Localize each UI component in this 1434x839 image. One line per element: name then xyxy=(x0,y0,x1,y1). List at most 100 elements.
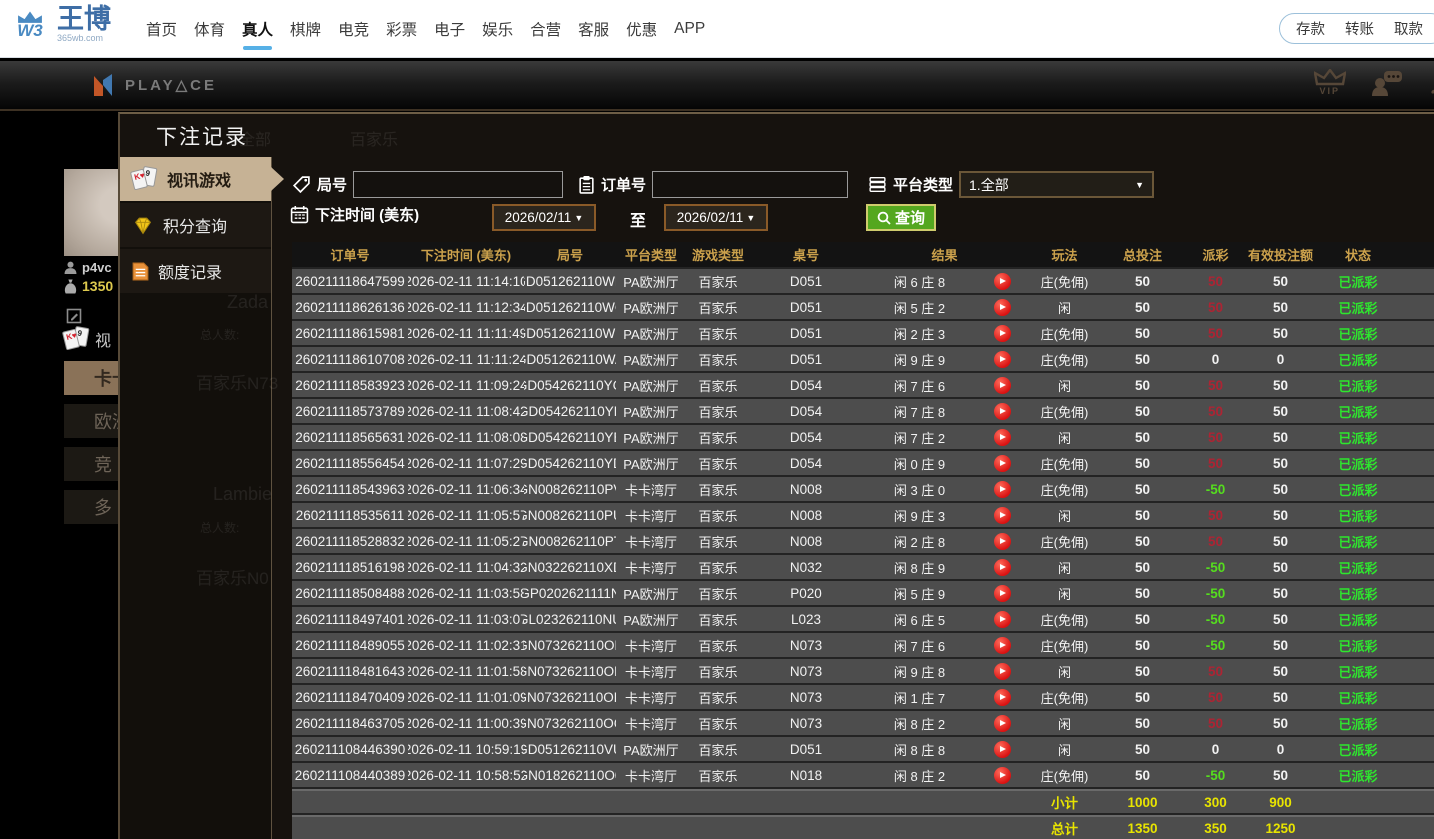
table-row: 260211118481643 2026-02-11 11:01:58 GN07… xyxy=(292,659,1434,685)
cell-bet-type: 闲 xyxy=(1027,425,1102,449)
cell-round-number: GN008262110PV xyxy=(524,477,616,501)
nav-item-优惠[interactable]: 优惠 xyxy=(626,18,657,40)
date-from-picker[interactable]: 2026/02/11 ▼ xyxy=(492,204,596,231)
table-row: 260211118463705 2026-02-11 11:00:39 GN07… xyxy=(292,711,1434,737)
cell-platform-type: PA欧洲厅 xyxy=(616,737,686,761)
cell-round-number: GN008262110PU xyxy=(524,503,616,527)
order-number-input[interactable] xyxy=(652,171,848,198)
music-button[interactable]: ♫ xyxy=(1428,69,1434,100)
cell-order-number: 260211118556454 xyxy=(292,451,408,475)
bet-records-table: 订单号 下注时间 (美东) 局号 平台类型 游戏类型 桌号 结果 玩法 总投注 … xyxy=(292,242,1434,839)
table-row: 260211118516198 2026-02-11 11:04:32 GN03… xyxy=(292,555,1434,581)
cell-platform-type: PA欧洲厅 xyxy=(616,373,686,397)
play-icon xyxy=(1000,694,1006,700)
deposit-button[interactable]: 存款 xyxy=(1296,18,1325,39)
cell-bet-type: 庄(免佣) xyxy=(1027,269,1102,293)
nav-item-体育[interactable]: 体育 xyxy=(194,18,225,40)
replay-play-button[interactable] xyxy=(994,273,1011,290)
replay-play-button[interactable] xyxy=(994,585,1011,602)
replay-play-button[interactable] xyxy=(994,715,1011,732)
replay-play-button[interactable] xyxy=(994,325,1011,342)
cell-bet-type: 庄(免佣) xyxy=(1027,451,1102,475)
table-row: 260211118489055 2026-02-11 11:02:31 GN07… xyxy=(292,633,1434,659)
cell-order-number: 260211118497401 xyxy=(292,607,408,631)
sidebar-item-video-games[interactable]: K♥9 视讯游戏 xyxy=(120,157,271,201)
cell-table-number: N032 xyxy=(750,555,862,579)
nav-item-娱乐[interactable]: 娱乐 xyxy=(482,18,513,40)
cell-game-type: 百家乐 xyxy=(686,451,750,475)
cell-order-number: 260211118615981 xyxy=(292,321,408,345)
replay-play-button[interactable] xyxy=(994,637,1011,654)
nav-item-真人[interactable]: 真人 xyxy=(242,18,273,40)
edit-button[interactable] xyxy=(66,308,82,324)
play-icon xyxy=(1000,668,1006,674)
nav-item-电子[interactable]: 电子 xyxy=(434,18,465,40)
cell-replay xyxy=(977,269,1027,293)
nav-item-客服[interactable]: 客服 xyxy=(578,18,609,40)
cell-platform-type: 卡卡湾厅 xyxy=(616,685,686,709)
sidebar-item-points-query[interactable]: 积分查询 xyxy=(120,203,271,247)
replay-play-button[interactable] xyxy=(994,663,1011,680)
platform-type-select[interactable]: 1.全部 ▼ xyxy=(959,171,1154,198)
cell-valid-bet: 50 xyxy=(1248,373,1313,397)
table-row: 260211118647599 2026-02-11 11:14:10 GD05… xyxy=(292,269,1434,295)
video-games-shortcut[interactable]: K♥9 视 xyxy=(64,327,111,351)
replay-play-button[interactable] xyxy=(994,559,1011,576)
replay-play-button[interactable] xyxy=(994,611,1011,628)
sidebar-item-quota-records[interactable]: 额度记录 xyxy=(120,249,271,293)
replay-play-button[interactable] xyxy=(994,741,1011,758)
cell-payout: 50 xyxy=(1183,373,1248,397)
cell-round-number: GL023262110NU xyxy=(524,607,616,631)
cell-total-bet: 50 xyxy=(1102,685,1183,709)
date-to-picker[interactable]: 2026/02/11 ▼ xyxy=(664,204,768,231)
replay-play-button[interactable] xyxy=(994,481,1011,498)
vip-button[interactable]: VIP xyxy=(1314,69,1346,96)
cell-platform-type: 卡卡湾厅 xyxy=(616,555,686,579)
replay-play-button[interactable] xyxy=(994,429,1011,446)
cell-bet-type: 闲 xyxy=(1027,373,1102,397)
bet-time-filter-label: 下注时间 (美东) xyxy=(315,204,419,225)
cell-platform-type: PA欧洲厅 xyxy=(616,451,686,475)
nav-item-APP[interactable]: APP xyxy=(674,20,705,38)
cards-icon: K♥9 xyxy=(132,167,158,191)
chat-support-button[interactable] xyxy=(1370,69,1404,97)
modal-title: 下注记录 xyxy=(120,114,1434,157)
nav-item-彩票[interactable]: 彩票 xyxy=(386,18,417,40)
cell-platform-type: PA欧洲厅 xyxy=(616,321,686,345)
search-button[interactable]: 查询 xyxy=(866,204,936,231)
nav-item-电竞[interactable]: 电竞 xyxy=(338,18,369,40)
replay-play-button[interactable] xyxy=(994,689,1011,706)
replay-play-button[interactable] xyxy=(994,351,1011,368)
play-icon xyxy=(1000,642,1006,648)
nav-item-合营[interactable]: 合营 xyxy=(530,18,561,40)
cell-order-number: 260211118565631 xyxy=(292,425,408,449)
vip-crown-icon xyxy=(1314,69,1346,86)
cell-payout: 50 xyxy=(1183,399,1248,423)
person-icon xyxy=(64,261,77,274)
cell-status: 已派彩 xyxy=(1313,373,1434,397)
nav-item-首页[interactable]: 首页 xyxy=(146,18,177,40)
order-filter-label: 订单号 xyxy=(601,174,646,195)
replay-play-button[interactable] xyxy=(994,507,1011,524)
cell-platform-type: PA欧洲厅 xyxy=(616,581,686,605)
cell-table-number: D054 xyxy=(750,451,862,475)
cell-payout: 50 xyxy=(1183,451,1248,475)
replay-play-button[interactable] xyxy=(994,403,1011,420)
site-logo[interactable]: W3 王博 365wb.com xyxy=(10,5,111,43)
replay-play-button[interactable] xyxy=(994,377,1011,394)
replay-play-button[interactable] xyxy=(994,767,1011,784)
cell-round-number: GD051262110WD xyxy=(524,269,616,293)
replay-play-button[interactable] xyxy=(994,455,1011,472)
cell-total-bet: 50 xyxy=(1102,529,1183,553)
cell-table-number: N008 xyxy=(750,529,862,553)
replay-play-button[interactable] xyxy=(994,299,1011,316)
replay-play-button[interactable] xyxy=(994,533,1011,550)
transfer-button[interactable]: 转账 xyxy=(1345,18,1374,39)
cell-status: 已派彩 xyxy=(1313,711,1434,735)
cell-platform-type: 卡卡湾厅 xyxy=(616,503,686,527)
withdraw-button[interactable]: 取款 xyxy=(1394,18,1423,39)
cell-valid-bet: 50 xyxy=(1248,607,1313,631)
round-number-input[interactable] xyxy=(353,171,563,198)
cell-payout: -50 xyxy=(1183,633,1248,657)
nav-item-棋牌[interactable]: 棋牌 xyxy=(290,18,321,40)
